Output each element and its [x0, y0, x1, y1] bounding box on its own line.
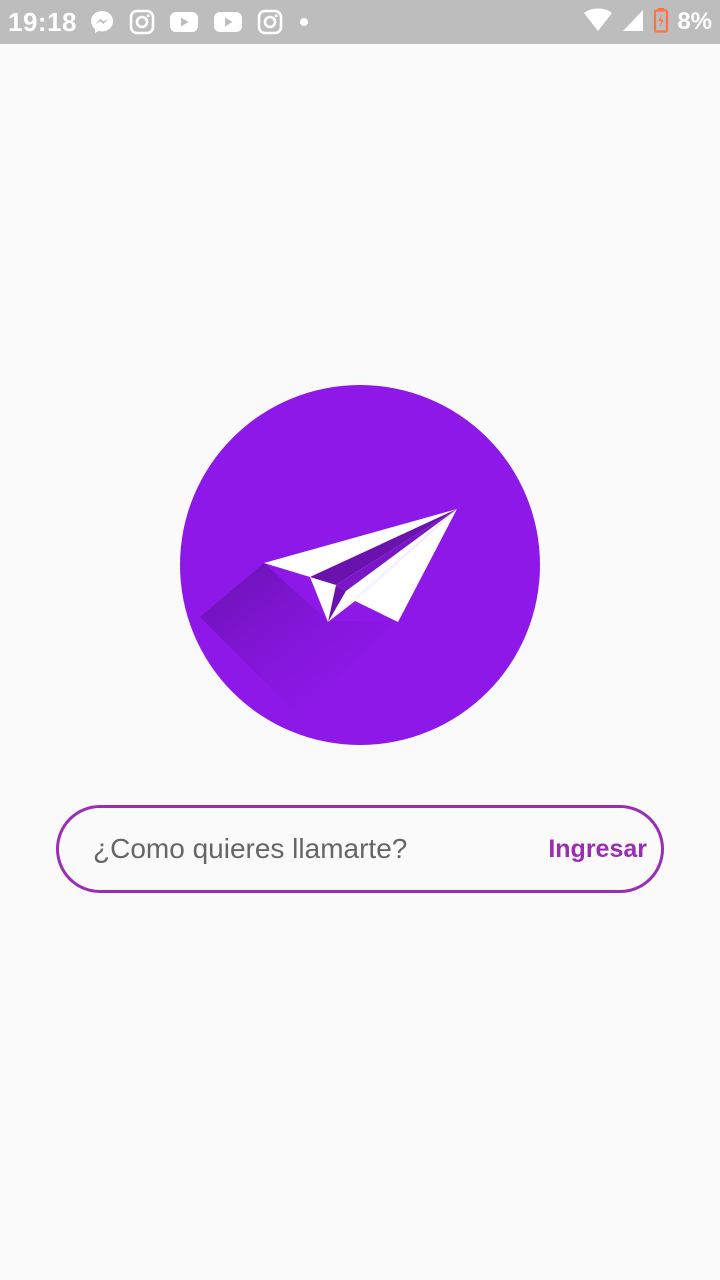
dot-icon [297, 15, 311, 29]
wifi-icon [583, 7, 613, 38]
app-logo [180, 385, 540, 745]
messenger-icon [89, 9, 115, 35]
name-form: Ingresar [56, 805, 664, 893]
instagram-icon [129, 9, 155, 35]
status-time: 19:18 [8, 6, 77, 37]
youtube-icon [213, 10, 243, 34]
enter-button[interactable]: Ingresar [538, 808, 661, 890]
instagram-icon [257, 9, 283, 35]
status-bar: 19:18 8% [0, 0, 720, 44]
notification-icons [89, 9, 311, 35]
paper-plane-icon [180, 385, 540, 745]
battery-percent: 8% [677, 8, 712, 35]
signal-icon [621, 7, 645, 38]
name-input[interactable] [59, 808, 539, 890]
youtube-icon [169, 10, 199, 34]
battery-low-icon [653, 7, 669, 38]
system-icons: 8% [583, 7, 712, 38]
